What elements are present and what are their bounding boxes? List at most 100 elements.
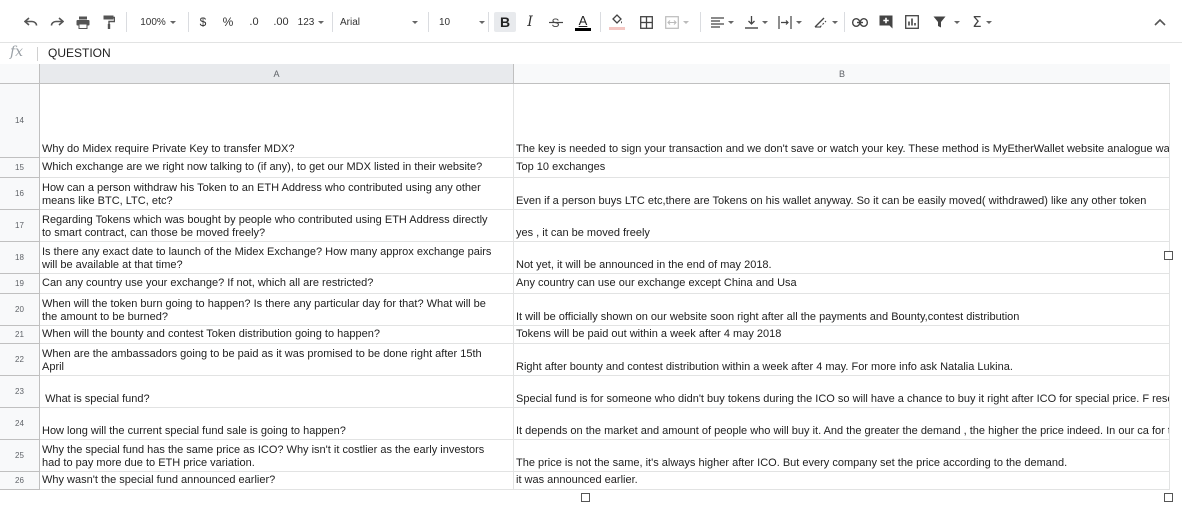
cell-question[interactable]: When will the token burn going to happen… <box>40 294 514 326</box>
row-header[interactable]: 17 <box>0 210 40 242</box>
cell-text: Why do Midex require Private Key to tran… <box>42 143 295 155</box>
row-header[interactable]: 24 <box>0 408 40 440</box>
row-header[interactable]: 14 <box>0 84 40 158</box>
redo-icon[interactable] <box>48 12 66 32</box>
text-wrapping-icon[interactable] <box>776 12 804 32</box>
insert-comment-icon[interactable] <box>876 12 896 32</box>
toolbar-divider <box>188 12 189 32</box>
cell-answer[interactable]: Top 10 exchanges <box>514 158 1170 178</box>
more-formats-select[interactable]: 123 <box>296 12 326 32</box>
chevron-down-icon <box>318 20 325 24</box>
select-all-corner[interactable] <box>0 64 40 84</box>
text-rotation-icon[interactable] <box>810 12 840 32</box>
cell-answer[interactable]: it was announced earlier. <box>514 472 1170 490</box>
cell-question[interactable]: How can a person withdraw his Token to a… <box>40 178 514 210</box>
selection-handle[interactable] <box>1164 493 1173 502</box>
fill-color-swatch <box>609 27 625 30</box>
percent-format-button[interactable]: % <box>220 12 236 32</box>
column-header-b[interactable]: B <box>514 64 1170 84</box>
table-row: 25 Why the special fund has the same pri… <box>0 440 1170 472</box>
cell-answer[interactable]: Tokens will be paid out within a week af… <box>514 326 1170 344</box>
cell-question[interactable]: Is there any exact date to launch of the… <box>40 242 514 274</box>
cell-question[interactable]: Why wasn't the special fund announced ea… <box>40 472 514 490</box>
row-header[interactable]: 16 <box>0 178 40 210</box>
collapse-toolbar-icon[interactable] <box>1150 12 1170 32</box>
cell-question[interactable]: Regarding Tokens which was bought by peo… <box>40 210 514 242</box>
selection-handle[interactable] <box>1164 251 1173 260</box>
paint-format-icon[interactable] <box>100 12 118 32</box>
toolbar: 100% $ % .0 .00 123 Arial 10 B I S A Σ <box>0 0 1182 42</box>
currency-format-button[interactable]: $ <box>196 12 210 32</box>
chevron-down-icon <box>727 20 734 24</box>
bold-button[interactable]: B <box>494 12 516 32</box>
undo-icon[interactable] <box>22 12 40 32</box>
cell-question[interactable]: When are the ambassadors going to be pai… <box>40 344 514 376</box>
row-header[interactable]: 26 <box>0 472 40 490</box>
cell-question[interactable]: When will the bounty and contest Token d… <box>40 326 514 344</box>
cell-question[interactable]: Which exchange are we right now talking … <box>40 158 514 178</box>
merge-cells-icon[interactable] <box>662 12 692 32</box>
fill-color-icon[interactable] <box>606 12 628 32</box>
insert-chart-icon[interactable] <box>902 12 922 32</box>
italic-button[interactable]: I <box>520 12 540 32</box>
increase-decimal-button[interactable]: .00 <box>270 12 292 32</box>
font-size-value: 10 <box>439 16 451 28</box>
borders-icon[interactable] <box>636 12 656 32</box>
cell-question[interactable]: Can any country use your exchange? If no… <box>40 274 514 294</box>
formula-input[interactable]: QUESTION <box>48 46 111 60</box>
chevron-down-icon <box>683 20 689 24</box>
vertical-align-icon[interactable] <box>742 12 770 32</box>
cell-answer[interactable]: Even if a person buys LTC etc,there are … <box>514 178 1170 210</box>
cell-answer[interactable]: It depends on the market and amount of p… <box>514 408 1170 440</box>
print-icon[interactable] <box>74 12 92 32</box>
cell-question[interactable]: How long will the current special fund s… <box>40 408 514 440</box>
cell-question[interactable]: What is special fund? <box>40 376 514 408</box>
zoom-value: 100% <box>140 16 166 28</box>
cell-text: yes , it can be moved freely <box>516 227 650 239</box>
table-row: 21 When will the bounty and contest Toke… <box>0 326 1170 344</box>
cell-text: When will the token burn going to happen… <box>42 298 486 323</box>
row-header[interactable]: 15 <box>0 158 40 178</box>
cell-answer[interactable]: yes , it can be moved freely <box>514 210 1170 242</box>
insert-link-icon[interactable] <box>850 12 870 32</box>
row-header[interactable]: 25 <box>0 440 40 472</box>
decrease-decimal-button[interactable]: .0 <box>244 12 264 32</box>
toolbar-divider <box>844 12 845 32</box>
cell-answer[interactable]: Not yet, it will be announced in the end… <box>514 242 1170 274</box>
toolbar-divider <box>126 12 127 32</box>
filter-icon[interactable] <box>928 12 964 32</box>
strikethrough-icon[interactable]: S <box>546 12 566 32</box>
cell-answer[interactable]: Special fund is for someone who didn't b… <box>514 376 1170 408</box>
font-size-select[interactable]: 10 <box>436 12 486 32</box>
row-header[interactable]: 23 <box>0 376 40 408</box>
table-row: 26 Why wasn't the special fund announced… <box>0 472 1170 490</box>
table-row: 15 Which exchange are we right now talki… <box>0 158 1170 178</box>
horizontal-align-icon[interactable] <box>708 12 736 32</box>
cell-text: Right after bounty and contest distribut… <box>516 361 1013 373</box>
row-header[interactable]: 20 <box>0 294 40 326</box>
chevron-down-icon <box>412 20 418 24</box>
zoom-select[interactable]: 100% <box>136 12 180 32</box>
text-color-button[interactable]: A <box>572 12 594 32</box>
cell-text: The price is not the same, it's always h… <box>516 457 1068 469</box>
cell-answer[interactable]: The key is needed to sign your transacti… <box>514 84 1170 158</box>
cell-answer[interactable]: It will be officially shown on our websi… <box>514 294 1170 326</box>
row-header[interactable]: 21 <box>0 326 40 344</box>
functions-icon[interactable]: Σ <box>968 12 996 32</box>
table-row: 17 Regarding Tokens which was bought by … <box>0 210 1170 242</box>
row-header[interactable]: 22 <box>0 344 40 376</box>
selection-handle[interactable] <box>581 493 590 502</box>
cell-question[interactable]: Why the special fund has the same price … <box>40 440 514 472</box>
font-family-select[interactable]: Arial <box>340 12 420 32</box>
cell-answer[interactable]: Right after bounty and contest distribut… <box>514 344 1170 376</box>
cell-answer[interactable]: The price is not the same, it's always h… <box>514 440 1170 472</box>
cell-text: It will be officially shown on our websi… <box>516 311 1020 323</box>
cell-text: Regarding Tokens which was bought by peo… <box>42 214 488 239</box>
toolbar-divider <box>428 12 429 32</box>
cell-question[interactable]: Why do Midex require Private Key to tran… <box>40 84 514 158</box>
table-row: 14 Why do Midex require Private Key to t… <box>0 84 1170 158</box>
row-header[interactable]: 19 <box>0 274 40 294</box>
row-header[interactable]: 18 <box>0 242 40 274</box>
column-header-a[interactable]: A <box>40 64 514 84</box>
cell-answer[interactable]: Any country can use our exchange except … <box>514 274 1170 294</box>
